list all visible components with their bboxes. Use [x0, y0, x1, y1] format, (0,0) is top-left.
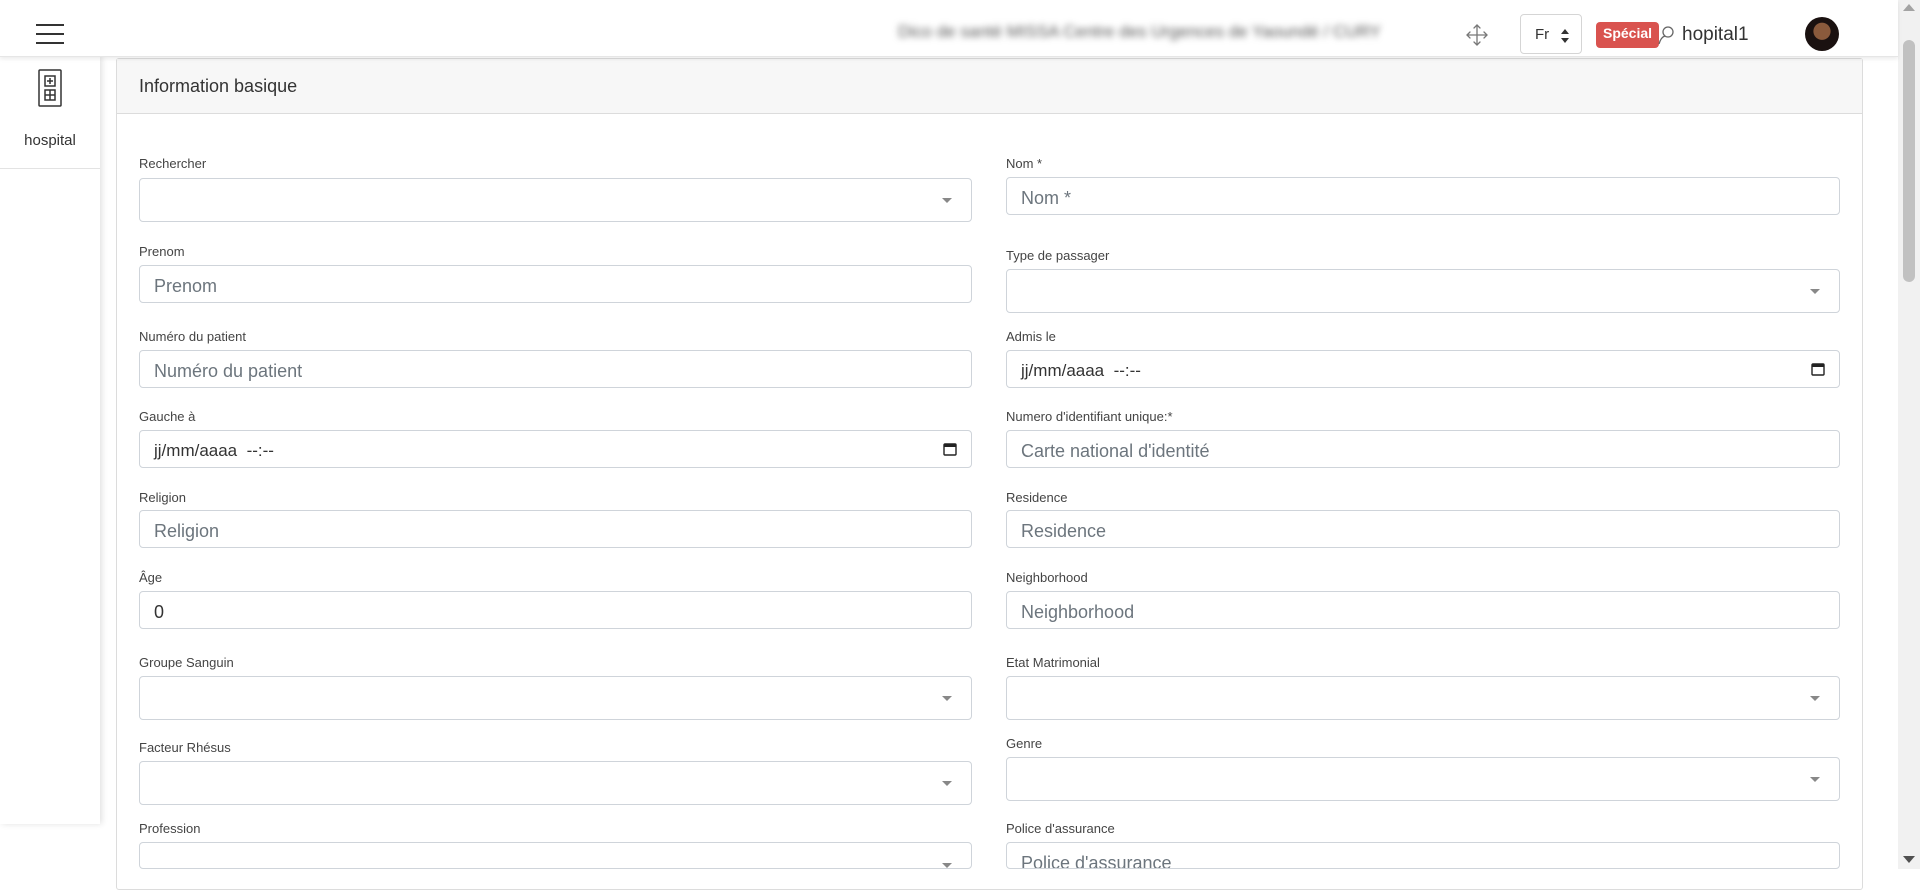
rechercher-label: Rechercher — [139, 156, 207, 171]
identifiant-input[interactable]: Carte national d'identité — [1006, 430, 1840, 468]
neighborhood-label: Neighborhood — [1006, 570, 1088, 585]
neighborhood-input[interactable]: Neighborhood — [1006, 591, 1840, 629]
calendar-icon[interactable] — [943, 442, 957, 456]
age-input[interactable]: 0 — [139, 591, 972, 629]
prenom-label: Prenom — [139, 244, 185, 259]
scroll-down-arrow-icon[interactable] — [1903, 856, 1915, 863]
etat-matrimonial-label: Etat Matrimonial — [1006, 655, 1100, 670]
select-arrows-icon — [1561, 29, 1569, 43]
chevron-down-icon — [1810, 696, 1820, 701]
type-passager-label: Type de passager — [1006, 248, 1110, 263]
rechercher-select[interactable] — [139, 178, 972, 222]
language-value: Fr — [1535, 26, 1550, 43]
residence-input[interactable]: Residence — [1006, 510, 1840, 548]
card-title: Information basique — [139, 76, 298, 96]
facility-name: Dico de santé MISSA Centre des Urgences … — [898, 22, 1381, 41]
facteur-rhesus-select[interactable] — [139, 761, 972, 805]
numero-patient-label: Numéro du patient — [139, 329, 246, 344]
chevron-down-icon — [942, 696, 952, 701]
gauche-a-value: jj/mm/aaaa --:-- — [154, 441, 274, 460]
avatar[interactable] — [1805, 17, 1839, 51]
police-assurance-label: Police d'assurance — [1006, 821, 1115, 836]
special-badge: Spécial — [1596, 22, 1660, 48]
username[interactable]: hopital1 — [1682, 24, 1749, 46]
chevron-down-icon — [1810, 777, 1820, 782]
religion-label: Religion — [139, 490, 186, 505]
genre-select[interactable] — [1006, 757, 1840, 801]
genre-label: Genre — [1006, 736, 1043, 751]
sidebar: hospital — [0, 56, 100, 824]
sidebar-item-label: hospital — [24, 132, 76, 149]
admis-le-label: Admis le — [1006, 329, 1056, 344]
admis-le-datetime-input[interactable]: jj/mm/aaaa --:-- — [1006, 350, 1840, 388]
user-icon — [1658, 26, 1674, 45]
move-icon[interactable] — [1464, 22, 1490, 48]
groupe-sanguin-select[interactable] — [139, 676, 972, 720]
religion-input[interactable]: Religion — [139, 510, 972, 548]
sidebar-item-hospital[interactable]: hospital — [0, 68, 100, 169]
gauche-a-label: Gauche à — [139, 409, 196, 424]
residence-label: Residence — [1006, 490, 1068, 505]
profession-label: Profession — [139, 821, 201, 836]
age-label: Âge — [139, 570, 163, 585]
numero-patient-input[interactable]: Numéro du patient — [139, 350, 972, 388]
groupe-sanguin-label: Groupe Sanguin — [139, 655, 234, 670]
chevron-down-icon — [1810, 289, 1820, 294]
scrollbar-thumb[interactable] — [1903, 40, 1915, 282]
nom-input[interactable]: Nom * — [1006, 177, 1840, 215]
menu-toggle-icon[interactable] — [36, 24, 64, 44]
chevron-down-icon — [942, 781, 952, 786]
top-navbar: Dico de santé MISSA Centre des Urgences … — [0, 0, 1898, 57]
nom-label: Nom * — [1006, 156, 1043, 171]
police-assurance-input[interactable]: Police d'assurance — [1006, 842, 1840, 869]
language-select[interactable]: Fr — [1520, 14, 1582, 54]
chevron-down-icon — [942, 198, 952, 203]
calendar-icon[interactable] — [1811, 362, 1825, 376]
scroll-up-arrow-icon[interactable] — [1903, 4, 1915, 11]
admis-le-value: jj/mm/aaaa --:-- — [1021, 361, 1141, 380]
type-passager-select[interactable] — [1006, 269, 1840, 313]
hospital-icon — [38, 69, 62, 107]
identifiant-label: Numero d'identifiant unique:* — [1006, 409, 1173, 424]
profession-select[interactable] — [139, 842, 972, 869]
prenom-input[interactable]: Prenom — [139, 265, 972, 303]
gauche-a-datetime-input[interactable]: jj/mm/aaaa --:-- — [139, 430, 972, 468]
facteur-rhesus-label: Facteur Rhésus — [139, 740, 231, 755]
etat-matrimonial-select[interactable] — [1006, 676, 1840, 720]
chevron-down-icon — [942, 863, 952, 868]
card-header: Information basique — [117, 59, 1862, 114]
